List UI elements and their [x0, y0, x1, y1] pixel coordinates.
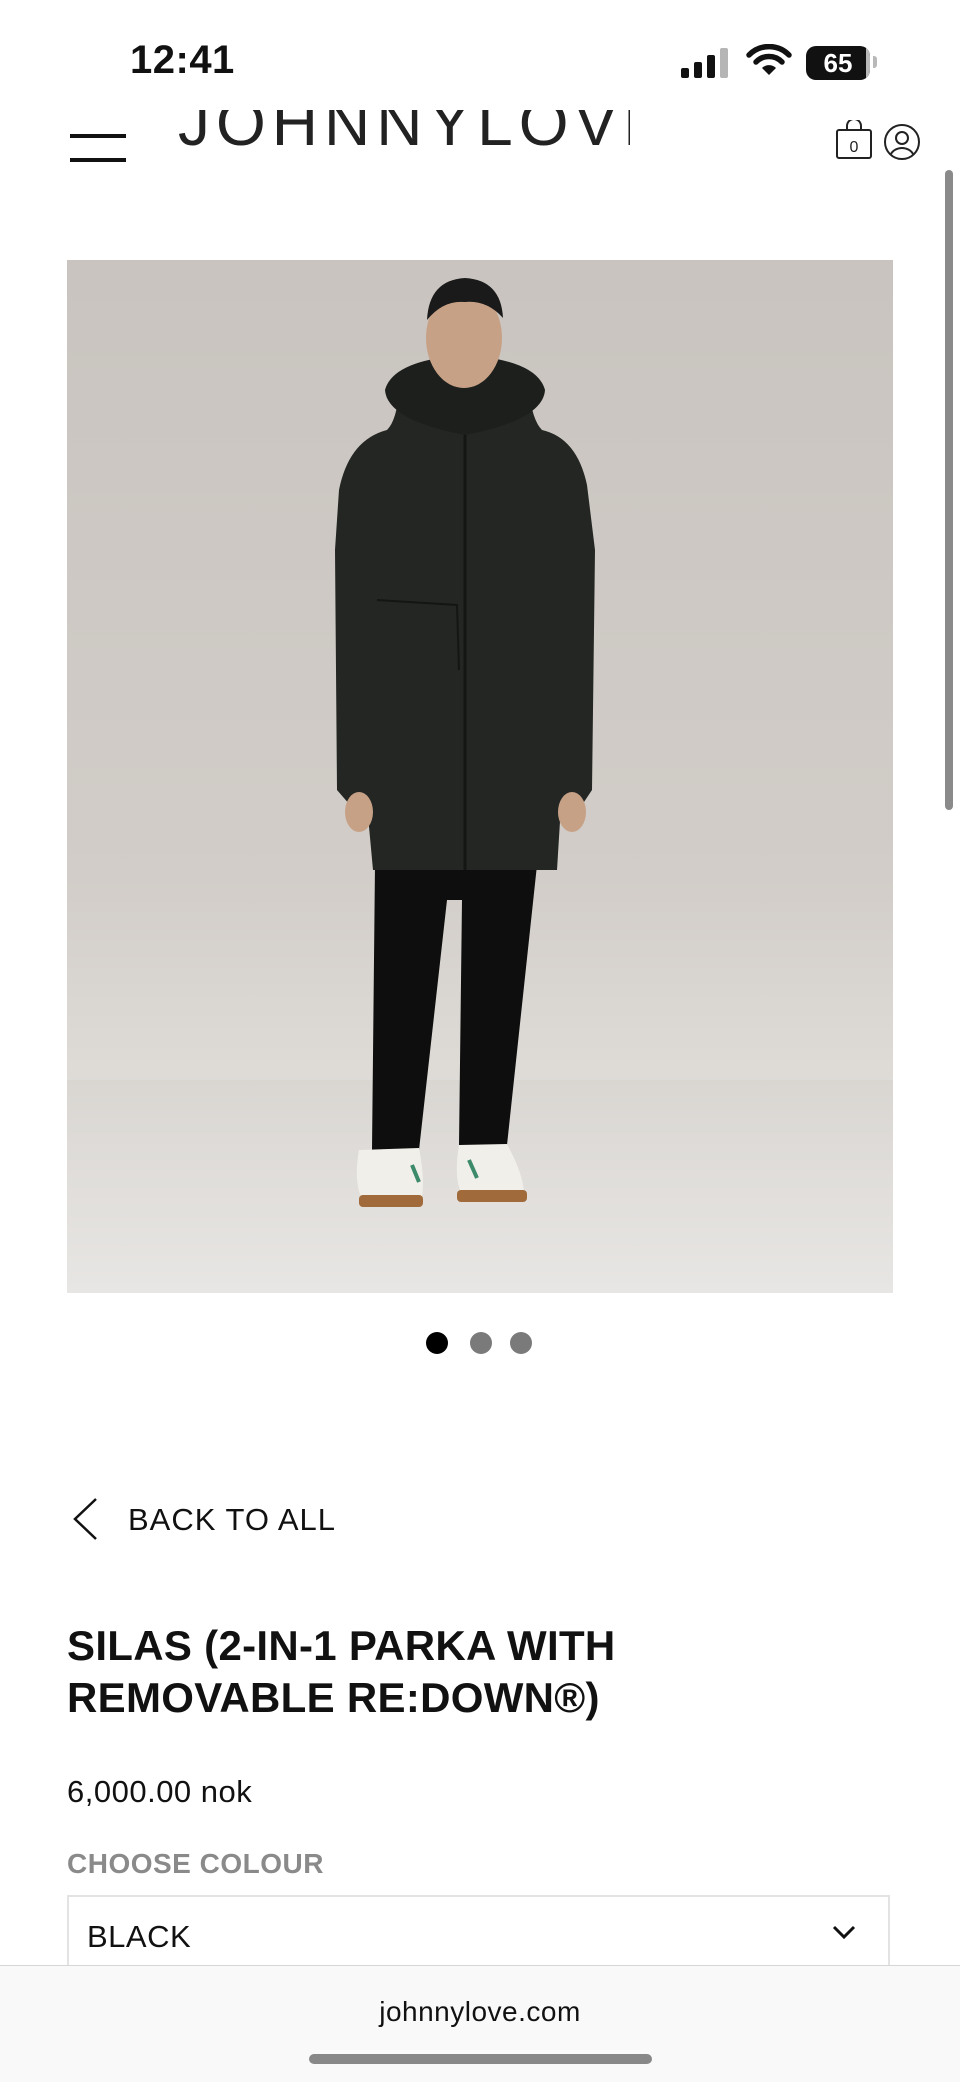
page-scrollbar[interactable]	[945, 170, 953, 810]
product-title: SILAS (2-IN-1 PARKA WITH REMOVABLE RE:DO…	[67, 1620, 887, 1724]
chevron-left-icon	[73, 1498, 97, 1540]
header-icons: 0	[832, 120, 922, 162]
brand-logo-text: JOHNNYLOVE	[178, 110, 630, 158]
status-time: 12:41	[130, 38, 235, 82]
product-price: 6,000.00 nok	[67, 1774, 253, 1809]
model-photo	[67, 278, 893, 1293]
brand-logo[interactable]: JOHNNYLOVE	[170, 110, 630, 158]
colour-label: CHOOSE COLOUR	[67, 1848, 324, 1879]
carousel-dot-2[interactable]	[470, 1332, 492, 1354]
back-to-all-label: BACK TO ALL	[128, 1502, 337, 1537]
browser-bottom-bar: johnnylove.com	[0, 1965, 960, 2082]
carousel-dots	[426, 1332, 536, 1354]
chevron-down-icon	[832, 1925, 856, 1940]
account-icon[interactable]	[882, 120, 922, 160]
bag-icon[interactable]: 0	[834, 120, 874, 160]
battery-icon: 65	[806, 46, 870, 80]
address-bar[interactable]: johnnylove.com	[0, 1996, 960, 2028]
product-title-line-1: SILAS (2-IN-1 PARKA WITH	[67, 1622, 616, 1669]
battery-level: 65	[823, 48, 853, 78]
colour-selected-value: BLACK	[87, 1919, 192, 1954]
carousel-dot-3[interactable]	[510, 1332, 532, 1354]
home-indicator[interactable]	[309, 2054, 652, 2064]
colour-select[interactable]: BLACK	[67, 1895, 890, 1971]
product-title-line-2: REMOVABLE RE:DOWN®)	[67, 1674, 600, 1721]
back-to-all-link[interactable]: BACK TO ALL	[70, 1496, 370, 1546]
product-image[interactable]	[67, 260, 893, 1293]
menu-icon[interactable]	[70, 134, 126, 164]
bag-count: 0	[850, 139, 859, 156]
wifi-icon	[746, 44, 792, 75]
carousel-dot-1[interactable]	[426, 1332, 448, 1354]
status-icons: 65	[680, 44, 920, 84]
signal-icon	[681, 48, 728, 78]
